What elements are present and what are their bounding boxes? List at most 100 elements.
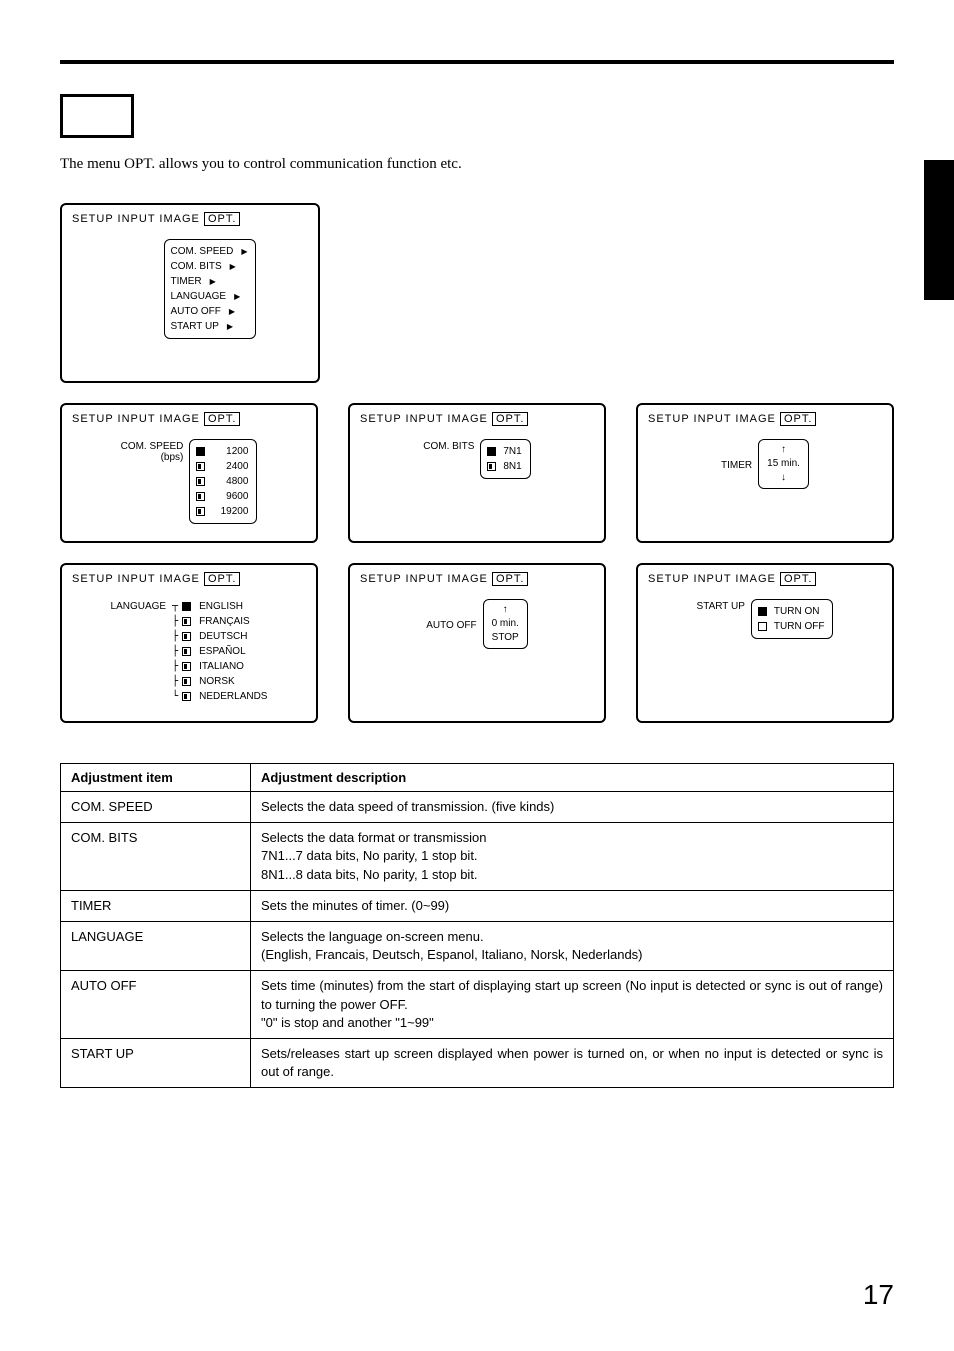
tab-image: IMAGE [159, 573, 199, 585]
menu-item-start-up[interactable]: START UP [171, 319, 248, 334]
cell-desc: Sets time (minutes) from the start of di… [251, 971, 894, 1039]
table-row: COM. BITS Selects the data format or tra… [61, 823, 894, 891]
com-speed-label: COM. SPEED (bps) [121, 439, 190, 524]
startup-off[interactable]: TURN OFF [758, 619, 825, 634]
start-up-options: TURN ON TURN OFF [751, 599, 834, 639]
arrow-up-icon: ↑ [767, 443, 800, 457]
cell-item: COM. SPEED [61, 792, 251, 823]
lang-english[interactable]: ┬ENGLISH [172, 599, 267, 614]
tab-input: INPUT [694, 413, 732, 425]
speed-opt-9600[interactable]: 9600 [196, 489, 248, 504]
tab-opt: OPT. [204, 412, 240, 426]
table-row: START UP Sets/releases start up screen d… [61, 1038, 894, 1087]
lang-nederlands[interactable]: └NEDERLANDS [172, 689, 267, 704]
cell-item: LANGUAGE [61, 921, 251, 970]
timer-value-box[interactable]: ↑ 15 min. ↓ [758, 439, 809, 489]
table-row: TIMER Sets the minutes of timer. (0~99) [61, 890, 894, 921]
cell-desc: Selects the data format or transmission … [251, 823, 894, 891]
lang-val: ESPAÑOL [199, 644, 246, 659]
lang-norsk[interactable]: ├ NORSK [172, 674, 267, 689]
cell-desc: Sets the minutes of timer. (0~99) [251, 890, 894, 921]
checkbox-icon [487, 447, 496, 456]
bits-val: 7N1 [503, 444, 521, 459]
lang-val: DEUTSCH [199, 629, 247, 644]
speed-val: 2400 [212, 459, 248, 474]
speed-val: 9600 [212, 489, 248, 504]
com-speed-text: COM. SPEED [121, 441, 184, 452]
tree-icon: └ [172, 689, 178, 704]
tree-icon: ├ [172, 629, 178, 644]
speed-opt-1200[interactable]: 1200 [196, 444, 248, 459]
bits-opt-8n1[interactable]: 8N1 [487, 459, 521, 474]
bits-opt-7n1[interactable]: 7N1 [487, 444, 521, 459]
menu-item-com-speed[interactable]: COM. SPEED [171, 244, 248, 259]
speed-opt-4800[interactable]: 4800 [196, 474, 248, 489]
cell-item: AUTO OFF [61, 971, 251, 1039]
menu-tabs: SETUP INPUT IMAGE OPT. [360, 413, 594, 425]
checkbox-icon [196, 447, 205, 456]
menu-item-auto-off[interactable]: AUTO OFF [171, 304, 248, 319]
table-row: LANGUAGE Selects the language on-screen … [61, 921, 894, 970]
startup-on[interactable]: TURN ON [758, 604, 825, 619]
main-menu-content: COM. SPEED COM. BITS TIMER LANGUAGE AUTO… [72, 239, 308, 339]
tab-opt: OPT. [204, 572, 240, 586]
tab-input: INPUT [118, 573, 156, 585]
menu-tabs: SETUP INPUT IMAGE OPT. [360, 573, 594, 585]
menu-row-3: SETUP INPUT IMAGE OPT. LANGUAGE ┬ENGLISH… [60, 563, 894, 723]
tab-image: IMAGE [735, 573, 775, 585]
com-bits-options: 7N1 8N1 [480, 439, 530, 479]
com-speed-options: 1200 2400 4800 9600 19200 [189, 439, 257, 524]
opt-section-box [60, 94, 134, 138]
speed-opt-19200[interactable]: 19200 [196, 504, 248, 519]
checkbox-icon [182, 632, 191, 641]
menu-tabs: SETUP INPUT IMAGE OPT. [648, 573, 882, 585]
tree-icon: ├ [172, 674, 178, 689]
auto-off-panel: SETUP INPUT IMAGE OPT. AUTO OFF ↑ 0 min.… [348, 563, 606, 723]
cell-desc: Sets/releases start up screen displayed … [251, 1038, 894, 1087]
tab-image: IMAGE [159, 413, 199, 425]
header-rule [60, 60, 894, 64]
tab-image: IMAGE [735, 413, 775, 425]
lang-italiano[interactable]: ├ITALIANO [172, 659, 267, 674]
opt-description: The menu OPT. allows you to control comm… [60, 156, 894, 173]
speed-val: 19200 [212, 504, 248, 519]
startup-val: TURN OFF [774, 619, 825, 634]
lang-val: NORSK [199, 674, 235, 689]
tree-icon: ├ [172, 659, 178, 674]
checkbox-icon [758, 607, 767, 616]
menu-grid: SETUP INPUT IMAGE OPT. COM. SPEED COM. B… [60, 203, 894, 723]
tab-image: IMAGE [447, 413, 487, 425]
tab-opt: OPT. [492, 572, 528, 586]
menu-tabs: SETUP INPUT IMAGE OPT. [648, 413, 882, 425]
tree-icon: ┬ [172, 599, 178, 614]
com-bits-content: COM. BITS 7N1 8N1 [360, 439, 594, 479]
speed-opt-2400[interactable]: 2400 [196, 459, 248, 474]
auto-off-stop: STOP [492, 631, 519, 645]
menu-item-language[interactable]: LANGUAGE [171, 289, 248, 304]
checkbox-icon [182, 647, 191, 656]
language-content: LANGUAGE ┬ENGLISH ├FRANÇAIS ├DEUTSCH ├ES… [72, 599, 306, 704]
speed-val: 1200 [212, 444, 248, 459]
checkbox-icon [182, 602, 191, 611]
auto-off-content: AUTO OFF ↑ 0 min. STOP [360, 599, 594, 649]
language-options: ┬ENGLISH ├FRANÇAIS ├DEUTSCH ├ESPAÑOL ├IT… [172, 599, 267, 704]
timer-value: 15 min. [767, 457, 800, 471]
com-speed-unit: (bps) [121, 452, 184, 463]
checkbox-icon [758, 622, 767, 631]
lang-espanol[interactable]: ├ESPAÑOL [172, 644, 267, 659]
checkbox-icon [487, 462, 496, 471]
auto-off-box[interactable]: ↑ 0 min. STOP [483, 599, 528, 649]
arrow-down-icon: ↓ [767, 471, 800, 485]
menu-tabs: SETUP INPUT IMAGE OPT. [72, 573, 306, 585]
com-speed-panel: SETUP INPUT IMAGE OPT. COM. SPEED (bps) … [60, 403, 318, 543]
lang-deutsch[interactable]: ├ DEUTSCH [172, 629, 267, 644]
menu-item-com-bits[interactable]: COM. BITS [171, 259, 248, 274]
tab-image: IMAGE [447, 573, 487, 585]
start-up-panel: SETUP INPUT IMAGE OPT. START UP TURN ON … [636, 563, 894, 723]
tab-input: INPUT [406, 573, 444, 585]
lang-francais[interactable]: ├FRANÇAIS [172, 614, 267, 629]
menu-item-timer[interactable]: TIMER [171, 274, 248, 289]
cell-item: TIMER [61, 890, 251, 921]
checkbox-icon [196, 462, 205, 471]
tab-opt: OPT. [780, 412, 816, 426]
